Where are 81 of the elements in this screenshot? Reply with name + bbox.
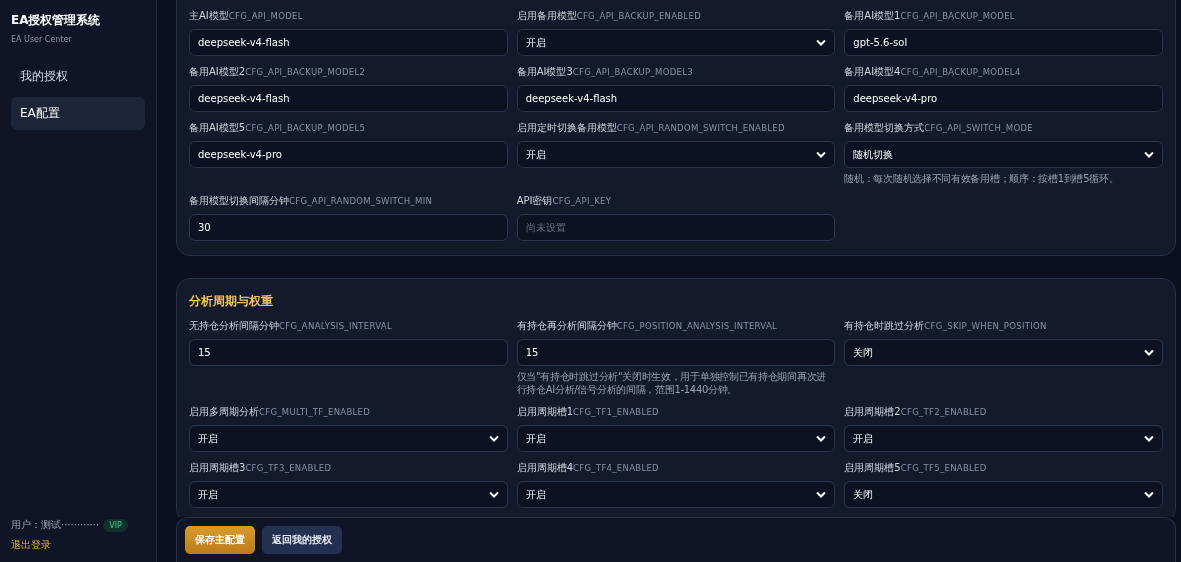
field-hint: 随机：每次随机选择不同有效备用槽；顺序：按槽1到槽5循环。 [844,172,1120,185]
input-field[interactable]: gpt-5.6-sol [844,29,1163,56]
section-title: 分析周期与权重 [189,293,274,310]
chevron-down-icon [816,435,827,442]
chevron-down-icon [816,39,827,46]
chevron-down-icon [488,491,499,498]
logout-link[interactable]: 退出登录 [11,538,145,552]
config-key: CFG_API_BACKUP_MODEL2 [245,67,366,77]
chevron-down-icon [1144,435,1154,442]
input-field[interactable]: 15 [516,339,836,366]
input-field[interactable]: 15 [189,339,508,366]
field-hint: 仅当"有持仓时跳过分析"关闭时生效，用于单独控制已有持仓期间再次进行持仓AI分析/信号分析的间隔，范围1-1440分钟。 [516,370,827,396]
dropdown[interactable]: 关闭 [844,339,1163,366]
config-key: CFG_API_BACKUP_MODEL4 [900,67,1021,77]
field-label: 备用AI模型4 [844,65,901,79]
field-label: 备用AI模型2 [189,65,246,79]
field-label: 启用周期槽5 [844,461,901,475]
dropdown[interactable]: 开启 [844,425,1163,452]
field-label: 有持仓再分析间隔分钟 [516,319,617,333]
config-key: CFG_API_SWITCH_MODE [924,123,1033,133]
config-key: CFG_TF2_ENABLED [900,407,987,417]
input-field[interactable]: deepseek-v4-flash [516,85,836,112]
dropdown[interactable]: 开启 [189,481,508,508]
field-label: 备用AI模型5 [189,121,246,135]
field-label: 启用周期槽4 [516,461,574,475]
config-key: CFG_MULTI_TF_ENABLED [259,407,371,417]
field-label: 有持仓时跳过分析 [844,319,925,333]
config-key: CFG_API_BACKUP_MODEL5 [245,123,366,133]
config-key: CFG_TF4_ENABLED [573,463,659,473]
config-key: CFG_API_BACKUP_MODEL3 [572,67,693,77]
config-key: CFG_TF1_ENABLED [573,407,659,417]
vip-badge: VIP [103,518,128,532]
config-key: CFG_SKIP_WHEN_POSITION [924,321,1047,331]
field-label: 备用模型切换间隔分钟 [189,194,289,208]
sidebar-item[interactable]: 我的授权 [11,60,145,93]
config-key: CFG_API_MODEL [228,11,303,21]
input-field[interactable]: 30 [189,214,508,241]
input-field[interactable]: deepseek-v4-pro [189,141,508,168]
user-name: 用户：测试············ [11,518,100,532]
input-field[interactable]: deepseek-v4-flash [189,29,508,56]
config-key: CFG_POSITION_ANALYSIS_INTERVAL [616,321,778,331]
chevron-down-icon [488,435,499,442]
dropdown[interactable]: 开启 [516,481,836,508]
chevron-down-icon [1144,151,1154,158]
dropdown[interactable]: 开启 [516,141,836,168]
field-label: 备用AI模型3 [516,65,573,79]
input-field[interactable]: 尚未设置 [516,214,836,241]
app-title: EA授权管理系统 [11,12,102,29]
field-label: 备用AI模型1 [844,9,901,23]
config-key: CFG_TF3_ENABLED [245,463,332,473]
field-label: 启用周期槽3 [189,461,246,475]
config-key: CFG_API_RANDOM_SWITCH_MIN [289,196,433,206]
field-label: 启用周期槽2 [844,405,901,419]
input-field[interactable]: deepseek-v4-pro [844,85,1163,112]
chevron-down-icon [816,491,827,498]
field-label: 启用周期槽1 [516,405,574,419]
dropdown[interactable]: 随机切换 [844,141,1163,168]
back-button[interactable]: 返回我的授权 [262,526,342,554]
field-label: 启用多周期分析 [189,405,259,419]
field-label: API密钥 [516,194,553,208]
config-key: CFG_ANALYSIS_INTERVAL [279,321,392,331]
chevron-down-icon [1144,491,1154,498]
field-label: 无持仓分析间隔分钟 [189,319,279,333]
config-key: CFG_API_KEY [552,196,612,206]
config-key: CFG_TF5_ENABLED [900,463,987,473]
field-label: 启用定时切换备用模型 [516,121,617,135]
field-label: 备用模型切换方式 [844,121,925,135]
sidebar-item[interactable]: EA配置 [11,97,145,130]
dropdown[interactable]: 关闭 [844,481,1163,508]
config-key: CFG_API_BACKUP_MODEL [900,11,1015,21]
app-subtitle: EA User Center [11,35,73,44]
dropdown[interactable]: 开启 [516,29,836,56]
chevron-down-icon [816,151,827,158]
field-label: 启用备用模型 [516,9,577,23]
field-label: 主AI模型 [189,9,229,23]
chevron-down-icon [1144,349,1154,356]
input-field[interactable]: deepseek-v4-flash [189,85,508,112]
dropdown[interactable]: 开启 [189,425,508,452]
config-key: CFG_API_RANDOM_SWITCH_ENABLED [616,123,785,133]
config-key: CFG_API_BACKUP_ENABLED [576,11,701,21]
dropdown[interactable]: 开启 [516,425,836,452]
